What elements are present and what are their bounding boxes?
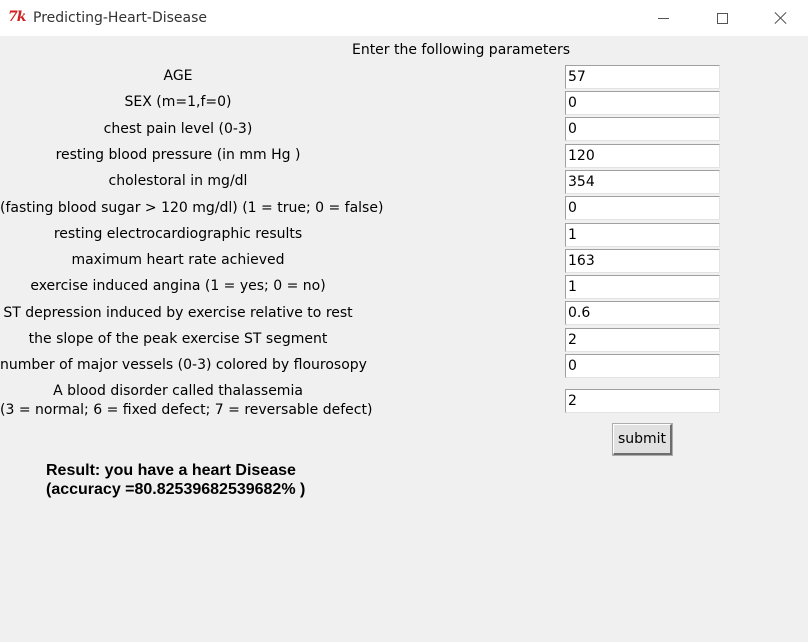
chest-pain-field[interactable] — [565, 117, 720, 141]
maximize-button[interactable] — [699, 0, 745, 36]
thalassemia-field[interactable] — [565, 389, 720, 413]
label-thalassemia-line2: (3 = normal; 6 = fixed defect; 7 = rever… — [0, 402, 373, 418]
sex-field[interactable] — [565, 91, 720, 115]
title-bar: 7k Predicting-Heart-Disease — [0, 0, 808, 36]
label-age: AGE — [163, 68, 193, 84]
submit-button[interactable]: submit — [612, 423, 673, 456]
max-heart-rate-field[interactable] — [565, 249, 720, 273]
tk-feather-icon: 7k — [8, 9, 26, 25]
label-cholesterol: cholestoral in mg/dl — [108, 173, 248, 189]
age-field[interactable] — [565, 65, 720, 89]
st-slope-field[interactable] — [565, 328, 720, 352]
resting-ecg-field[interactable] — [565, 223, 720, 247]
label-st-slope: the slope of the peak exercise ST segmen… — [28, 331, 328, 347]
close-button[interactable] — [758, 0, 804, 36]
label-max-heart-rate: maximum heart rate achieved — [71, 252, 285, 268]
maximize-icon — [716, 12, 728, 24]
label-chest-pain: chest pain level (0-3) — [103, 121, 253, 137]
label-thalassemia: A blood disorder called thalassemia (3 =… — [0, 382, 373, 420]
label-major-vessels: number of major vessels (0-3) colored by… — [0, 357, 367, 373]
label-sex: SEX (m=1,f=0) — [124, 94, 232, 110]
form-header: Enter the following parameters — [351, 42, 571, 58]
cholesterol-field[interactable] — [565, 170, 720, 194]
minimize-icon — [657, 17, 669, 19]
st-depression-field[interactable] — [565, 301, 720, 325]
label-resting-ecg: resting electrocardiographic results — [53, 226, 303, 242]
close-icon — [774, 11, 788, 25]
result-line2: (accuracy =80.82539682539682% ) — [46, 481, 306, 498]
resting-bp-field[interactable] — [565, 144, 720, 168]
label-st-depression: ST depression induced by exercise relati… — [3, 305, 353, 321]
exercise-angina-field[interactable] — [565, 275, 720, 299]
label-thalassemia-line1: A blood disorder called thalassemia — [53, 383, 303, 399]
minimize-button[interactable] — [640, 0, 686, 36]
label-exercise-angina: exercise induced angina (1 = yes; 0 = no… — [30, 278, 326, 294]
fasting-blood-sugar-field[interactable] — [565, 196, 720, 220]
label-resting-bp: resting blood pressure (in mm Hg ) — [55, 147, 301, 163]
result-line1: Result: you have a heart Disease — [46, 462, 296, 479]
window-title: Predicting-Heart-Disease — [33, 10, 208, 26]
result-text: Result: you have a heart Disease (accura… — [46, 461, 305, 499]
major-vessels-field[interactable] — [565, 354, 720, 378]
label-fasting-blood-sugar: (fasting blood sugar > 120 mg/dl) (1 = t… — [0, 200, 384, 216]
